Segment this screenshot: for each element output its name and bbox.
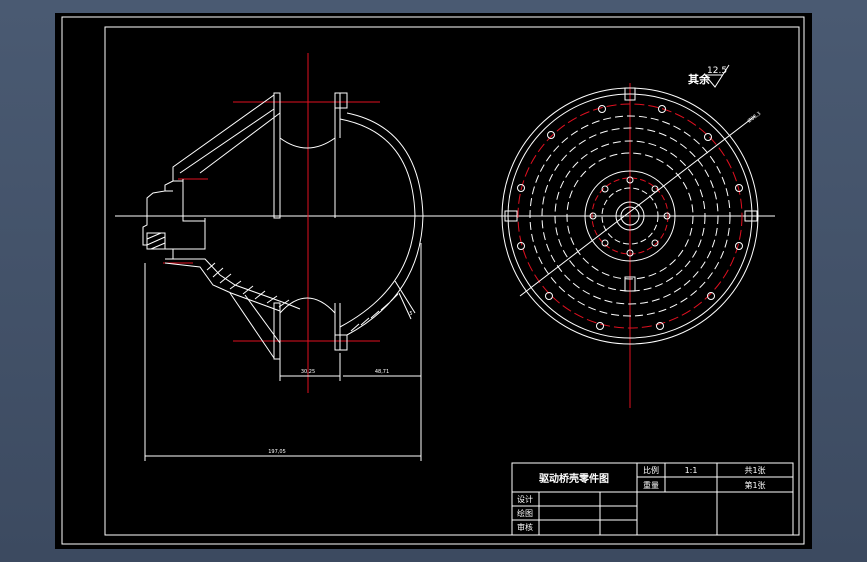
bottom-left-boss: [273, 302, 281, 360]
top-left-boss: [273, 92, 281, 219]
bolt-hole: [735, 242, 743, 250]
scale-value: 1:1: [685, 466, 698, 475]
dim-shaft-text: 30,25: [301, 369, 315, 375]
section-view: [115, 53, 500, 461]
weight-label: 重量: [643, 480, 659, 490]
title-block-text: 驱动桥壳零件图 比例 1:1 重量 共1张 第1张 设计 绘图 审核: [517, 465, 766, 532]
drawing-title: 驱动桥壳零件图: [539, 472, 609, 485]
dim-offset-text: 48,71: [375, 369, 389, 375]
dome-outer: [346, 112, 424, 336]
outer-border: [61, 16, 805, 545]
cad-drawing: 197,05 30,25 48,71 5 Ø88,3 其余 12.5 驱动桥壳零…: [61, 16, 805, 545]
review-label: 审核: [517, 522, 533, 532]
dim-total-text: 197,05: [268, 449, 286, 455]
scale-label: 比例: [643, 465, 659, 475]
drawing-label: 绘图: [517, 508, 533, 518]
dim-side-text: 5: [409, 311, 412, 317]
diameter-text: Ø88,3: [746, 110, 762, 125]
sheets-total: 共1张: [744, 466, 765, 475]
bolt-hole: [517, 184, 525, 192]
roughness-symbol: 其余 12.5: [688, 64, 730, 88]
bolt-hole: [547, 131, 555, 139]
end-view: [500, 83, 775, 408]
sheet-number: 第1张: [744, 480, 765, 490]
drawing-sheet: 197,05 30,25 48,71 5 Ø88,3 其余 12.5 驱动桥壳零…: [55, 13, 812, 549]
bottom-right-boss: [334, 334, 348, 351]
bolt-hole: [598, 105, 606, 113]
design-label: 设计: [517, 494, 533, 504]
cone-top-edge: [172, 94, 275, 181]
top-right-boss: [334, 92, 348, 109]
inner-border: [104, 26, 800, 536]
bolt-hole: [704, 133, 712, 141]
bolt-hole: [596, 322, 604, 330]
